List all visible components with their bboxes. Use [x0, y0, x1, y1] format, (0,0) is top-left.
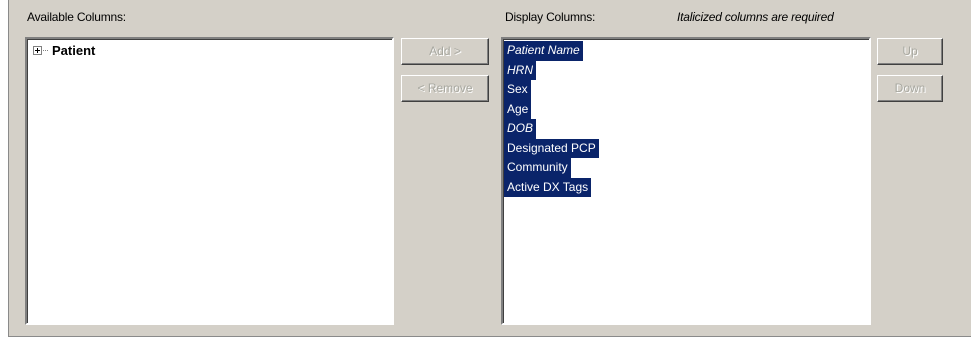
display-columns-label: Display Columns: — [505, 10, 596, 24]
column-chooser-dialog: Available Columns: Display Columns: Ital… — [8, 0, 971, 337]
display-column-item[interactable]: Sex — [504, 80, 531, 100]
tree-connector-line — [43, 50, 48, 51]
display-column-item[interactable]: Age — [504, 99, 532, 119]
display-columns-list[interactable]: Patient Name HRN Sex Age DOB Designated PCP Co… — [501, 37, 871, 325]
tree-node-label[interactable]: Patient — [52, 43, 95, 58]
display-columns-items: Patient Name HRN Sex Age DOB Designated PCP Co… — [504, 41, 599, 197]
move-down-button[interactable]: Down — [877, 75, 943, 102]
tree-node-patient[interactable]: Patient — [33, 43, 95, 58]
available-columns-tree[interactable]: Patient — [25, 37, 394, 325]
display-column-item[interactable]: Designated PCP — [504, 138, 599, 158]
display-column-item[interactable]: Patient Name — [504, 41, 583, 61]
display-column-item[interactable]: HRN — [504, 60, 536, 80]
plus-expander-icon[interactable] — [33, 46, 42, 55]
display-column-item[interactable]: DOB — [504, 119, 537, 139]
available-columns-label: Available Columns: — [27, 10, 126, 24]
move-up-button[interactable]: Up — [877, 38, 943, 65]
required-columns-note: Italicized columns are required — [677, 10, 834, 24]
add-button[interactable]: Add > — [401, 38, 489, 65]
display-column-item[interactable]: Active DX Tags — [504, 177, 592, 197]
remove-button[interactable]: < Remove — [401, 75, 489, 102]
display-column-item[interactable]: Community — [504, 158, 571, 178]
